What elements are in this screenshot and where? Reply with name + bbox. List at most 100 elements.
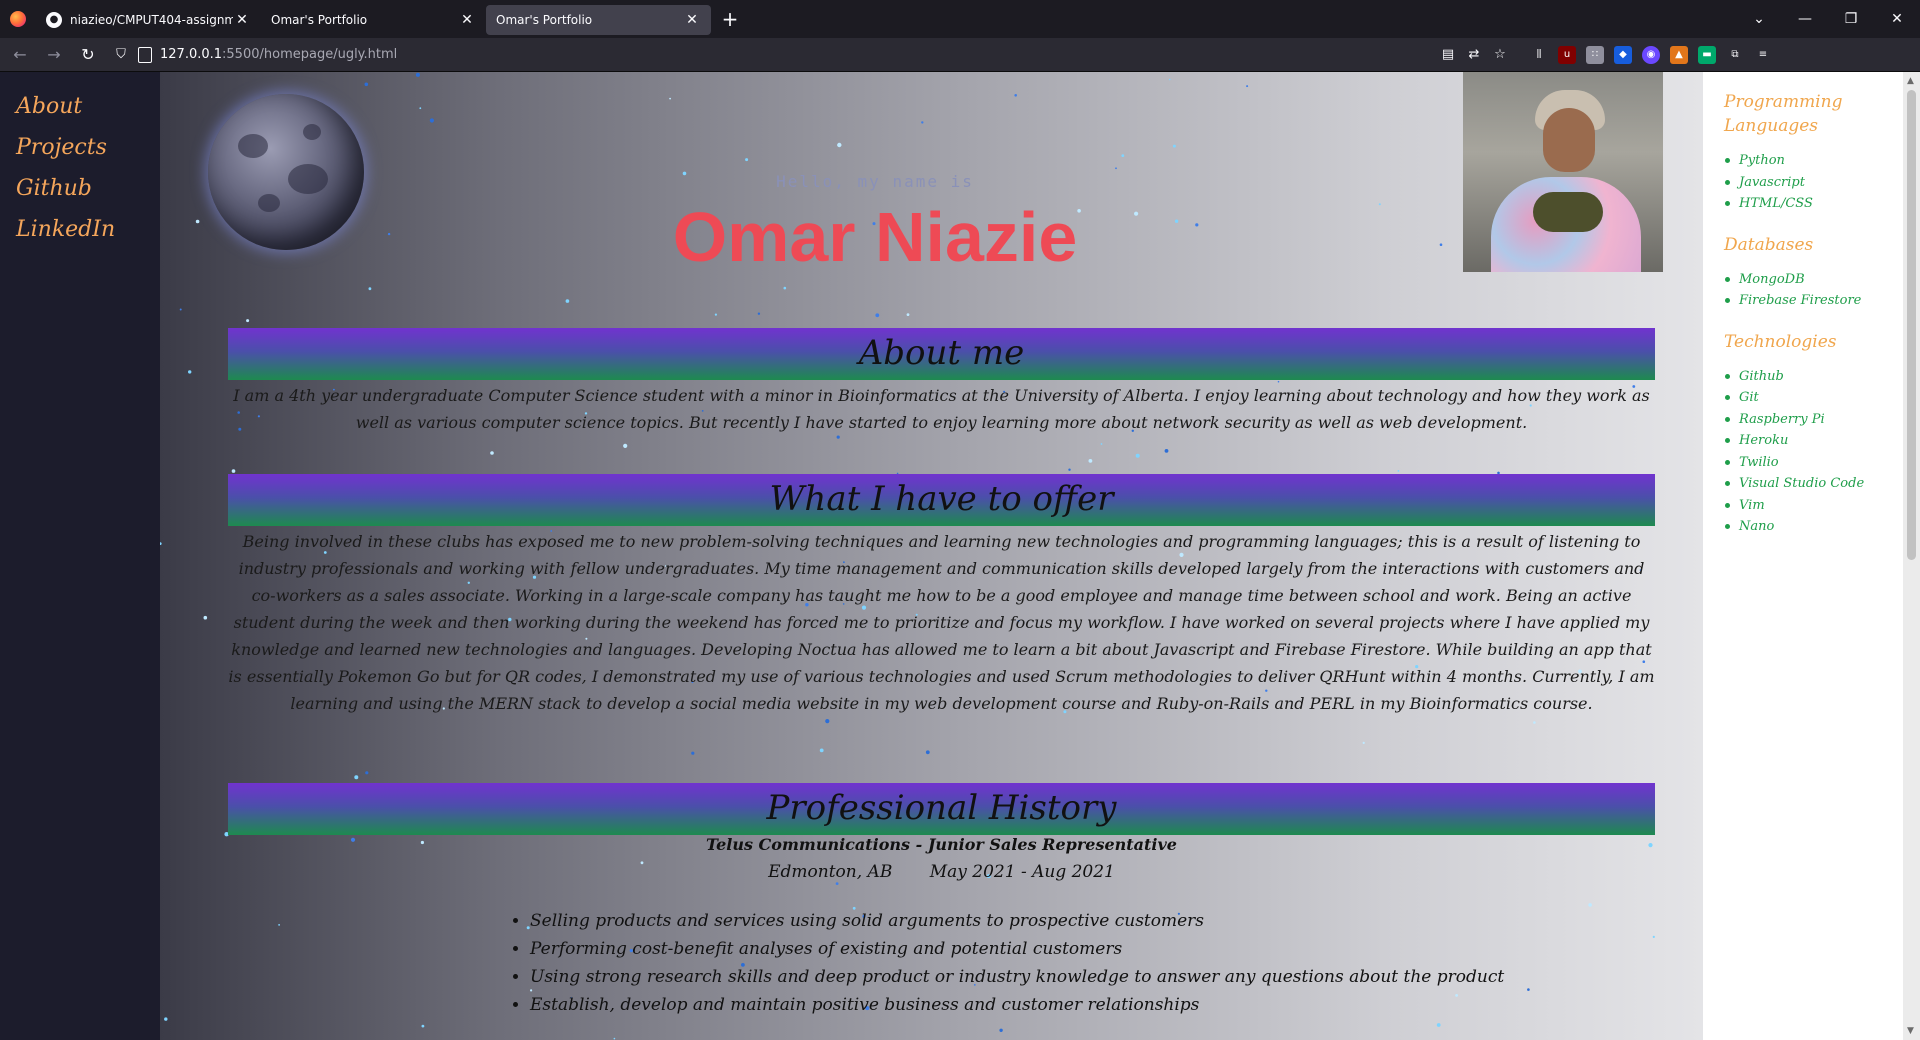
tab-portfolio[interactable]: Omar's Portfolio ✕	[261, 5, 486, 35]
close-icon[interactable]: ✕	[458, 12, 476, 28]
list-item: Python	[1724, 150, 1903, 172]
firefox-logo-icon[interactable]	[0, 0, 36, 38]
extension-icon[interactable]: ▬	[1698, 45, 1716, 64]
extensions-puzzle-icon[interactable]: ⧉	[1726, 46, 1744, 64]
close-icon[interactable]: ✕	[683, 12, 701, 28]
bookmark-star-icon[interactable]: ☆	[1490, 47, 1510, 62]
chevron-down-icon[interactable]: ⌄	[1736, 11, 1782, 27]
skills-list: Github Git Raspberry Pi Heroku Twilio Vi…	[1724, 366, 1903, 538]
tab-github[interactable]: ● niazieo/CMPUT404-assignment ✕	[36, 5, 261, 35]
list-item: Establish, develop and maintain positive…	[530, 991, 1530, 1019]
about-text: I am a 4th year undergraduate Computer S…	[233, 386, 1650, 432]
reader-view-icon[interactable]: ▤	[1438, 47, 1458, 62]
library-icon[interactable]: ⫼	[1530, 46, 1548, 64]
close-window-icon[interactable]: ✕	[1874, 11, 1920, 27]
star	[429, 118, 434, 123]
url-bar[interactable]: ⛉ 127.0.0.1:5500/homepage/ugly.html ▤ ⇄ …	[112, 41, 1522, 69]
list-item: Selling products and services using soli…	[530, 907, 1530, 935]
star	[1362, 741, 1365, 745]
page-icon	[138, 46, 152, 63]
nav-link-linkedin[interactable]: LinkedIn	[16, 217, 160, 242]
list-item: MongoDB	[1724, 269, 1903, 291]
star	[875, 313, 880, 318]
star	[757, 312, 761, 315]
skills-sidebar: Programming Languages Python Javascript …	[1703, 72, 1903, 1040]
extension-toolbar: ⫼ u ∷ ◆ ◉ ▲ ▬ ⧉ ≡	[1530, 45, 1772, 64]
list-item: Nano	[1724, 516, 1903, 538]
list-item: Github	[1724, 366, 1903, 388]
close-icon[interactable]: ✕	[233, 12, 251, 28]
forward-arrow-icon[interactable]: →	[40, 41, 68, 69]
reload-icon[interactable]: ↻	[74, 41, 102, 69]
star	[565, 299, 570, 303]
shield-icon[interactable]: ⛉	[112, 46, 130, 64]
star	[669, 97, 671, 100]
job-dates: May 2021 - Aug 2021	[929, 862, 1115, 882]
bitwarden-icon[interactable]: ◆	[1614, 45, 1632, 64]
star	[1068, 468, 1071, 471]
translate-icon[interactable]: ⇄	[1464, 47, 1484, 62]
menu-icon[interactable]: ≡	[1754, 46, 1772, 64]
star	[188, 370, 192, 374]
restore-icon[interactable]: ❐	[1828, 11, 1874, 27]
skills-list: Python Javascript HTML/CSS	[1724, 150, 1903, 215]
scroll-up-icon[interactable]: ▲	[1907, 76, 1914, 86]
star	[819, 748, 824, 753]
extension-icon[interactable]: ∷	[1586, 45, 1604, 64]
skills-group-title: Databases	[1724, 234, 1814, 255]
star	[1169, 78, 1171, 81]
extension-icon[interactable]: ◉	[1642, 45, 1660, 64]
job-location: Edmonton, AB	[768, 862, 893, 882]
skills-group-title: Programming Languages	[1724, 92, 1843, 136]
star	[837, 142, 842, 148]
star	[623, 443, 628, 448]
scrollbar-thumb[interactable]	[1907, 90, 1916, 560]
star	[421, 1024, 425, 1028]
star	[613, 1037, 616, 1040]
section-heading: About me	[858, 333, 1025, 373]
section-heading: Professional History	[766, 788, 1117, 828]
list-item: Performing cost-benefit analyses of exis…	[530, 935, 1530, 963]
star	[1533, 721, 1536, 724]
star	[1397, 470, 1400, 472]
nav-link-github[interactable]: Github	[16, 176, 160, 201]
star	[354, 775, 359, 780]
star	[835, 882, 839, 885]
star	[1135, 453, 1140, 458]
star	[164, 1017, 168, 1021]
star	[1652, 935, 1655, 939]
list-item: Raspberry Pi	[1724, 409, 1903, 431]
about-heading-bar: About me	[228, 328, 1655, 380]
back-arrow-icon[interactable]: ←	[6, 41, 34, 69]
nav-link-projects[interactable]: Projects	[16, 135, 160, 160]
metamask-icon[interactable]: ▲	[1670, 45, 1688, 64]
star	[365, 771, 369, 775]
job-title: Telus Communications - Junior Sales Repr…	[706, 835, 1177, 854]
minimize-icon[interactable]: —	[1782, 11, 1828, 27]
list-item: Using strong research skills and deep pr…	[530, 963, 1530, 991]
scroll-down-icon[interactable]: ▼	[1907, 1026, 1914, 1036]
navigation-toolbar: ← → ↻ ⛉ 127.0.0.1:5500/homepage/ugly.htm…	[0, 38, 1920, 72]
star	[246, 319, 250, 323]
star	[278, 924, 280, 926]
new-tab-button[interactable]: +	[715, 4, 745, 34]
skills-group-title: Technologies	[1724, 331, 1837, 352]
greeting: Hello, my name is	[776, 172, 974, 191]
url-actions: ▤ ⇄ ☆	[1438, 47, 1510, 62]
window-controls: ⌄ — ❐ ✕	[1736, 0, 1920, 38]
history-heading-bar: Professional History	[228, 783, 1655, 835]
tab-title: Omar's Portfolio	[271, 13, 368, 27]
list-item: Visual Studio Code	[1724, 473, 1903, 495]
star	[415, 72, 420, 77]
offer-heading-bar: What I have to offer	[228, 474, 1655, 526]
side-nav: About Projects Github LinkedIn	[0, 72, 160, 1040]
ublock-icon[interactable]: u	[1558, 45, 1576, 64]
page-viewport: About Projects Github LinkedIn Hello, my…	[0, 72, 1920, 1040]
vertical-scrollbar[interactable]: ▲ ▼	[1903, 72, 1920, 1040]
tab-portfolio-active[interactable]: Omar's Portfolio ✕	[486, 5, 711, 35]
job-meta: Edmonton, AB May 2021 - Aug 2021	[228, 862, 1655, 882]
skills-list: MongoDB Firebase Firestore	[1724, 269, 1903, 312]
nav-link-about[interactable]: About	[16, 94, 160, 119]
star	[160, 542, 162, 545]
hero: Hello, my name is Omar Niazie	[160, 172, 1590, 277]
